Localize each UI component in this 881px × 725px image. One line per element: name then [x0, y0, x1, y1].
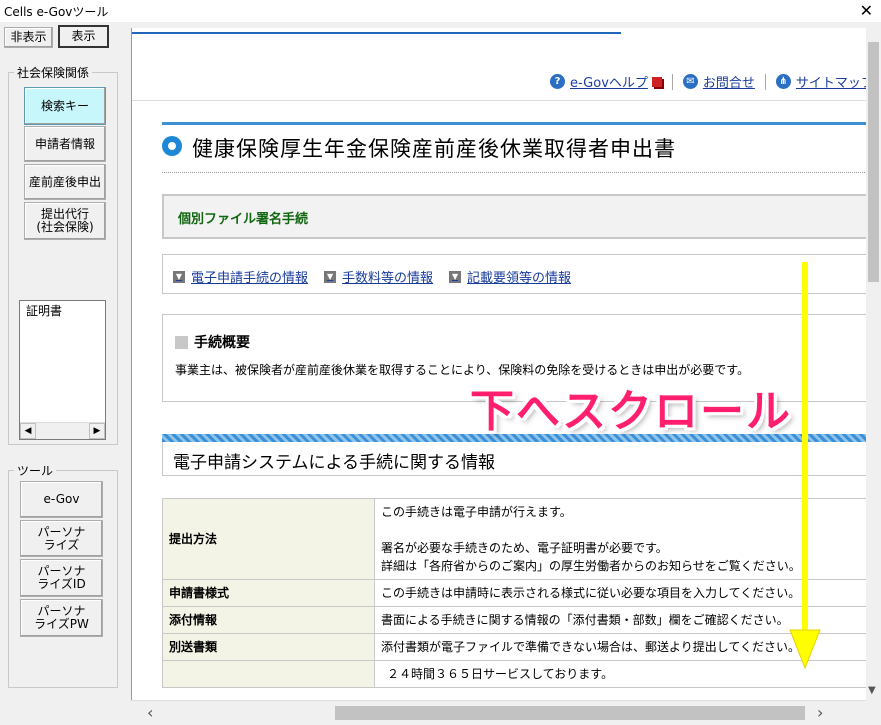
down-arrow-icon [789, 262, 821, 670]
